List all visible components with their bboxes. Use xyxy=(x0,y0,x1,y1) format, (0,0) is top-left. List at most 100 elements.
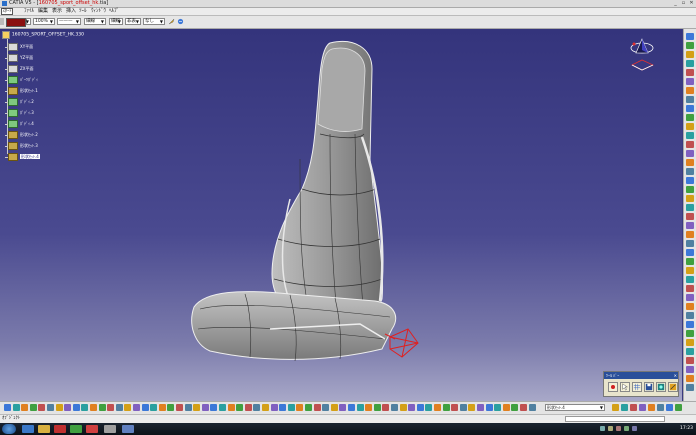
bottom-tool-icon[interactable] xyxy=(150,404,158,411)
tray-network-icon[interactable] xyxy=(600,426,605,431)
bottom-tool-icon[interactable] xyxy=(167,404,175,411)
right-tool-icon[interactable] xyxy=(686,321,694,328)
bottom-tool-icon[interactable] xyxy=(262,404,269,411)
bottom-tool-icon[interactable] xyxy=(356,404,364,411)
tree-item-xy-plane[interactable]: XY平面 xyxy=(5,43,33,52)
view-icon[interactable] xyxy=(656,382,666,392)
bottom-tool-icon[interactable] xyxy=(81,404,89,411)
bottom-tool-icon[interactable] xyxy=(201,404,209,411)
right-tool-icon[interactable] xyxy=(686,186,694,193)
bottom-tool-icon[interactable] xyxy=(29,404,37,411)
bottom-tool-icon[interactable] xyxy=(38,404,46,411)
start-button[interactable] xyxy=(2,424,16,434)
paint-brush-icon[interactable] xyxy=(168,18,175,25)
right-tool-icon[interactable] xyxy=(686,114,694,121)
menu-tools[interactable]: ﾂｰﾙ xyxy=(79,8,87,15)
right-tool-icon[interactable] xyxy=(686,204,694,211)
tree-item-yz-plane[interactable]: YZ平面 xyxy=(5,54,33,63)
bottom-tool-icon[interactable] xyxy=(425,404,433,411)
right-tool-icon[interactable] xyxy=(686,141,694,148)
taskbar-catia-icon[interactable] xyxy=(104,425,116,433)
seat-3d-model[interactable] xyxy=(150,39,480,369)
right-tool-icon[interactable] xyxy=(686,96,694,103)
bottom-tool-icon[interactable] xyxy=(639,404,646,411)
right-tool-icon[interactable] xyxy=(686,123,694,130)
right-tool-icon[interactable] xyxy=(686,168,694,175)
tray-volume-icon[interactable] xyxy=(608,426,613,431)
grid-icon[interactable] xyxy=(632,382,642,392)
tree-item-zx-plane[interactable]: ZX平面 xyxy=(5,65,33,74)
menu-window[interactable]: ｳｨﾝﾄﾞｳ xyxy=(91,8,106,15)
bottom-tool-icon[interactable] xyxy=(253,404,261,411)
right-tool-icon[interactable] xyxy=(686,105,694,112)
right-tool-icon[interactable] xyxy=(686,42,694,49)
bottom-tool-icon[interactable] xyxy=(322,404,330,411)
bottom-tool-icon[interactable] xyxy=(416,404,424,411)
save-icon[interactable] xyxy=(644,382,654,392)
bottom-tool-icon[interactable] xyxy=(210,404,218,411)
bottom-tool-icon[interactable] xyxy=(657,404,664,411)
tree-item-part-body[interactable]: ﾊﾟｰﾂﾎﾞﾃﾞｨ xyxy=(5,76,38,85)
bottom-tool-icon[interactable] xyxy=(124,404,132,411)
tree-root-node[interactable]: 160705_SPORT_OFFSET_HK.330 xyxy=(2,31,84,39)
bottom-tool-icon[interactable] xyxy=(244,404,252,411)
transparency-select[interactable]: 100% ▼ xyxy=(33,18,55,25)
tree-item-geoset-1[interactable]: 形状ｾｯﾄ.1 xyxy=(5,87,38,96)
3d-viewport[interactable]: 160705_SPORT_OFFSET_HK.330 XY平面 YZ平面 ZX平… xyxy=(0,29,682,401)
properties-icon[interactable] xyxy=(177,18,184,25)
right-tool-icon[interactable] xyxy=(686,330,694,337)
tree-item-body-3[interactable]: ﾎﾞﾃﾞｨ.3 xyxy=(5,109,34,118)
right-tool-icon[interactable] xyxy=(686,87,694,94)
bottom-tool-icon[interactable] xyxy=(236,404,244,411)
thickness-select[interactable]: 細線 ▼ xyxy=(84,18,106,25)
bottom-tool-icon[interactable] xyxy=(451,404,459,411)
bottom-tool-icon[interactable] xyxy=(158,404,166,411)
color-dropdown-arrow[interactable]: ▼ xyxy=(26,18,31,25)
right-tool-icon[interactable] xyxy=(686,69,694,76)
bottom-tool-icon[interactable] xyxy=(399,404,407,411)
bottom-tool-icon[interactable] xyxy=(107,404,115,411)
right-tool-icon[interactable] xyxy=(686,294,694,301)
close-button[interactable]: ✕ xyxy=(688,1,695,6)
bottom-tool-icon[interactable] xyxy=(612,404,619,411)
bottom-tool-icon[interactable] xyxy=(12,404,20,411)
maximize-button[interactable]: ▫ xyxy=(680,1,687,6)
bottom-tool-icon[interactable] xyxy=(339,404,347,411)
bottom-tool-icon[interactable] xyxy=(115,404,123,411)
right-tool-icon[interactable] xyxy=(686,258,694,265)
bottom-tool-icon[interactable] xyxy=(494,404,502,411)
bottom-tool-icon[interactable] xyxy=(133,404,140,411)
menu-file[interactable]: ﾌｧｲﾙ xyxy=(24,8,34,15)
right-tool-icon[interactable] xyxy=(686,240,694,247)
floating-toolbar-close[interactable]: ✕ xyxy=(674,372,677,379)
right-tool-icon[interactable] xyxy=(686,51,694,58)
tree-item-body-2[interactable]: ﾎﾞﾃﾞｨ.2 xyxy=(5,98,34,107)
command-input[interactable] xyxy=(565,416,665,422)
right-tool-icon[interactable] xyxy=(686,60,694,67)
bottom-tool-icon[interactable] xyxy=(365,404,373,411)
menu-insert[interactable]: 挿入 xyxy=(66,8,76,15)
bottom-tool-icon[interactable] xyxy=(184,404,192,411)
bottom-tool-icon[interactable] xyxy=(648,404,655,411)
bottom-tool-icon[interactable] xyxy=(621,404,628,411)
bottom-tool-icon[interactable] xyxy=(219,404,226,411)
right-tool-icon[interactable] xyxy=(686,249,694,256)
right-tool-icon[interactable] xyxy=(686,132,694,139)
bottom-tool-icon[interactable] xyxy=(485,404,493,411)
right-tool-icon[interactable] xyxy=(686,195,694,202)
right-tool-icon[interactable] xyxy=(686,348,694,355)
bottom-tool-icon[interactable] xyxy=(287,404,295,411)
tree-item-geoset-2[interactable]: 形状ｾｯﾄ.2 xyxy=(5,131,38,140)
bottom-tool-icon[interactable] xyxy=(408,404,416,411)
bottom-tool-icon[interactable] xyxy=(373,404,381,411)
right-tool-icon[interactable] xyxy=(686,375,694,382)
bottom-tool-icon[interactable] xyxy=(279,404,287,411)
right-tool-icon[interactable] xyxy=(686,222,694,229)
bottom-tool-icon[interactable] xyxy=(313,404,321,411)
linetype-select[interactable]: ——— ▼ xyxy=(57,18,81,25)
bottom-tool-icon[interactable] xyxy=(459,404,467,411)
bottom-tool-icon[interactable] xyxy=(193,404,201,411)
bottom-tool-icon[interactable] xyxy=(330,404,338,411)
taskbar-app-icon[interactable] xyxy=(70,425,82,433)
bottom-tool-icon[interactable] xyxy=(348,404,355,411)
